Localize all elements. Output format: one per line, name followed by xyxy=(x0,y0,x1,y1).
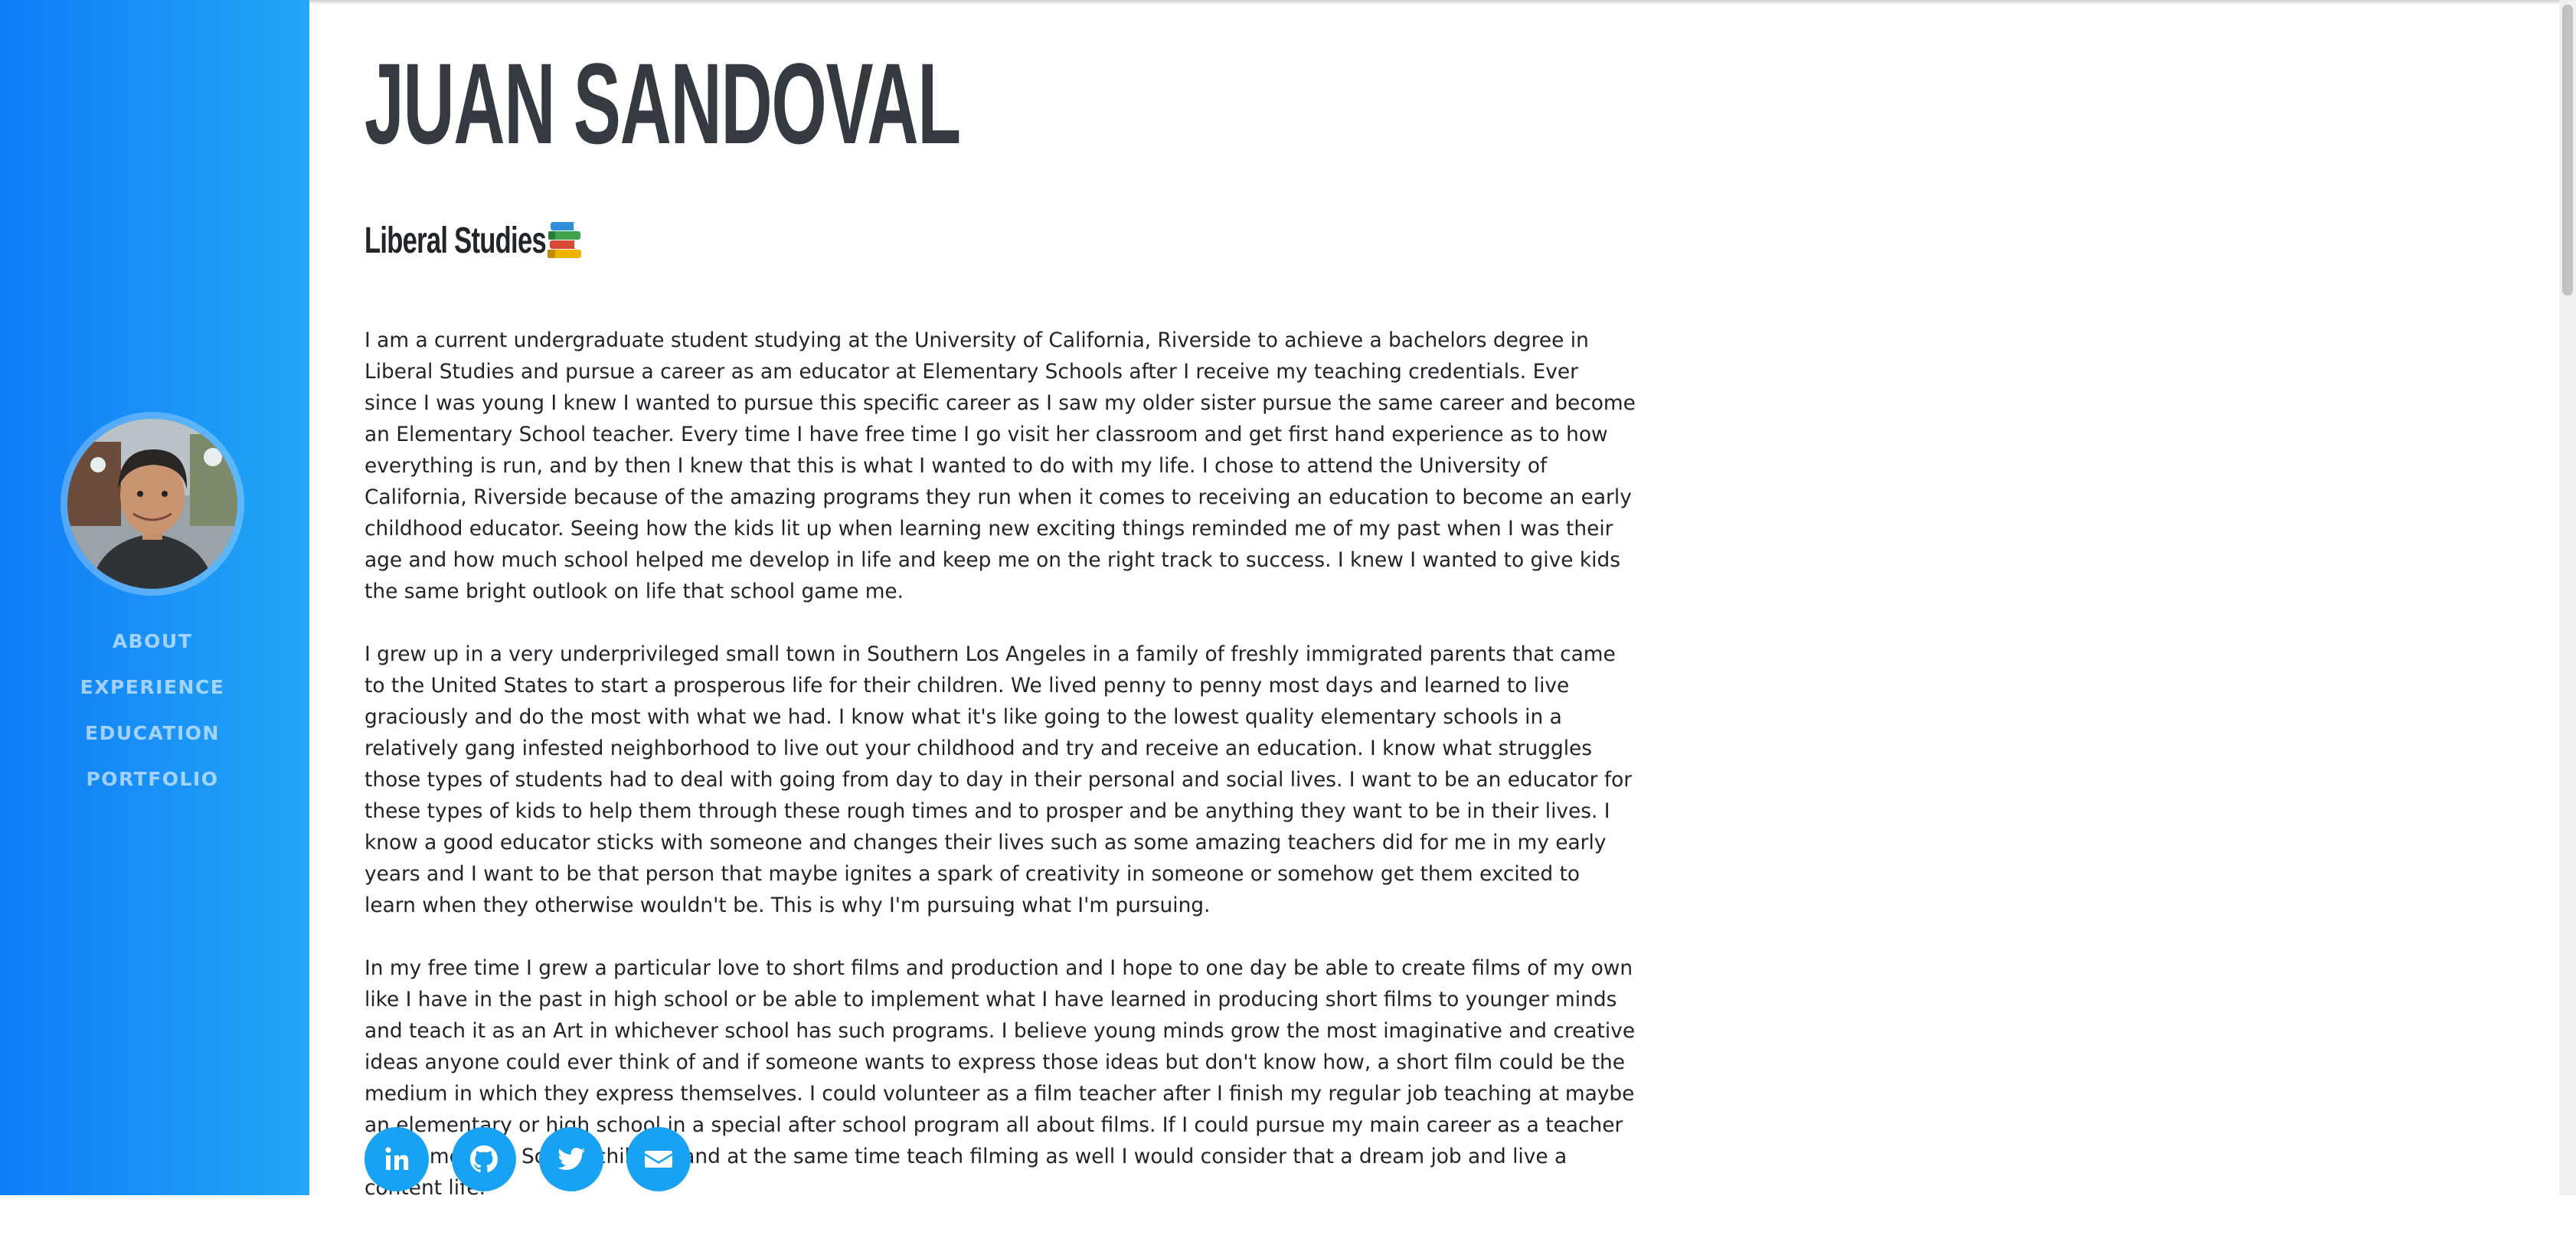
linkedin-icon xyxy=(385,1147,409,1170)
about-text: I am a current undergraduate student stu… xyxy=(364,325,1636,1204)
github-icon xyxy=(470,1145,498,1173)
scrollbar-thumb[interactable] xyxy=(2562,5,2573,296)
sidebar: About Experience Education Portfolio xyxy=(0,0,309,1195)
twitter-button[interactable] xyxy=(539,1127,603,1191)
avatar-photo xyxy=(67,419,237,589)
nav-about[interactable]: About xyxy=(0,619,305,665)
avatar-frame xyxy=(60,412,244,596)
scrollbar[interactable] xyxy=(2559,0,2576,1195)
twitter-icon xyxy=(557,1147,585,1171)
github-button[interactable] xyxy=(452,1127,516,1191)
nav-portfolio[interactable]: Portfolio xyxy=(0,756,305,802)
about-section: Juan Sandoval Liberal Studies I am a cur… xyxy=(364,46,1636,1235)
sidebar-nav: About Experience Education Portfolio xyxy=(0,619,305,802)
nav-experience[interactable]: Experience xyxy=(0,665,305,711)
subtitle-row: Liberal Studies xyxy=(364,219,1636,262)
top-shadow xyxy=(309,0,2576,5)
email-button[interactable] xyxy=(626,1127,691,1191)
books-icon xyxy=(548,222,581,258)
subtitle: Liberal Studies xyxy=(364,220,547,261)
social-icons xyxy=(364,1127,691,1191)
nav-education[interactable]: Education xyxy=(0,711,305,756)
about-paragraph: I grew up in a very underprivileged smal… xyxy=(364,642,1633,917)
linkedin-button[interactable] xyxy=(364,1127,429,1191)
about-paragraph: I am a current undergraduate student stu… xyxy=(364,328,1636,603)
avatar xyxy=(67,419,237,589)
envelope-icon xyxy=(645,1151,672,1168)
page-title: Juan Sandoval xyxy=(364,39,961,168)
